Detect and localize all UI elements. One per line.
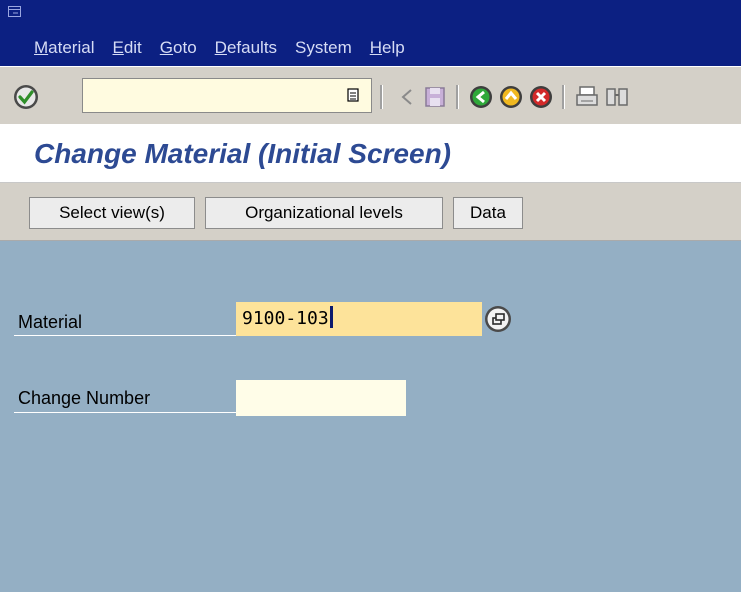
menu-material[interactable]: Material — [34, 38, 94, 58]
page-title: Change Material (Initial Screen) — [34, 138, 451, 169]
title-bar: Change Material (Initial Screen) — [0, 124, 741, 183]
menu-goto[interactable]: Goto — [160, 38, 197, 58]
data-button[interactable]: Data — [453, 197, 523, 229]
work-area: Material 9100-103 Change Number — [0, 241, 741, 592]
enter-icon[interactable] — [12, 83, 40, 111]
material-label-underline — [14, 335, 236, 336]
menu-system[interactable]: System — [295, 38, 352, 58]
menu-bar: Material Edit Goto Defaults System Help — [0, 0, 741, 66]
material-label: Material — [18, 312, 83, 332]
sap-window: Material Edit Goto Defaults System Help — [0, 0, 741, 592]
save-icon[interactable] — [420, 82, 450, 112]
print-icon[interactable] — [572, 82, 602, 112]
change-number-label: Change Number — [18, 388, 151, 408]
find-icon[interactable] — [602, 82, 632, 112]
text-cursor — [329, 306, 333, 328]
standard-toolbar — [0, 66, 741, 125]
change-number-input[interactable] — [236, 380, 406, 416]
toolbar-separator — [380, 85, 383, 109]
menu-edit[interactable]: Edit — [112, 38, 141, 58]
material-input[interactable]: 9100-103 — [236, 302, 482, 336]
application-toolbar: Select view(s) Organizational levels Dat… — [0, 183, 741, 241]
command-field[interactable] — [82, 78, 372, 113]
organizational-levels-button[interactable]: Organizational levels — [205, 197, 443, 229]
toolbar-separator — [456, 85, 459, 109]
change-number-label-underline — [14, 412, 236, 413]
back-icon[interactable] — [466, 82, 496, 112]
toolbar-separator — [562, 85, 565, 109]
select-views-button[interactable]: Select view(s) — [29, 197, 195, 229]
menu-defaults[interactable]: Defaults — [215, 38, 277, 58]
back-arrow-icon[interactable] — [392, 82, 422, 112]
cancel-icon[interactable] — [526, 82, 556, 112]
system-menu-icon[interactable] — [8, 6, 21, 17]
search-help-icon[interactable] — [482, 303, 514, 335]
material-value: 9100-103 — [242, 308, 329, 329]
menu-help[interactable]: Help — [370, 38, 405, 58]
command-dropdown-icon[interactable] — [347, 87, 361, 103]
exit-icon[interactable] — [496, 82, 526, 112]
